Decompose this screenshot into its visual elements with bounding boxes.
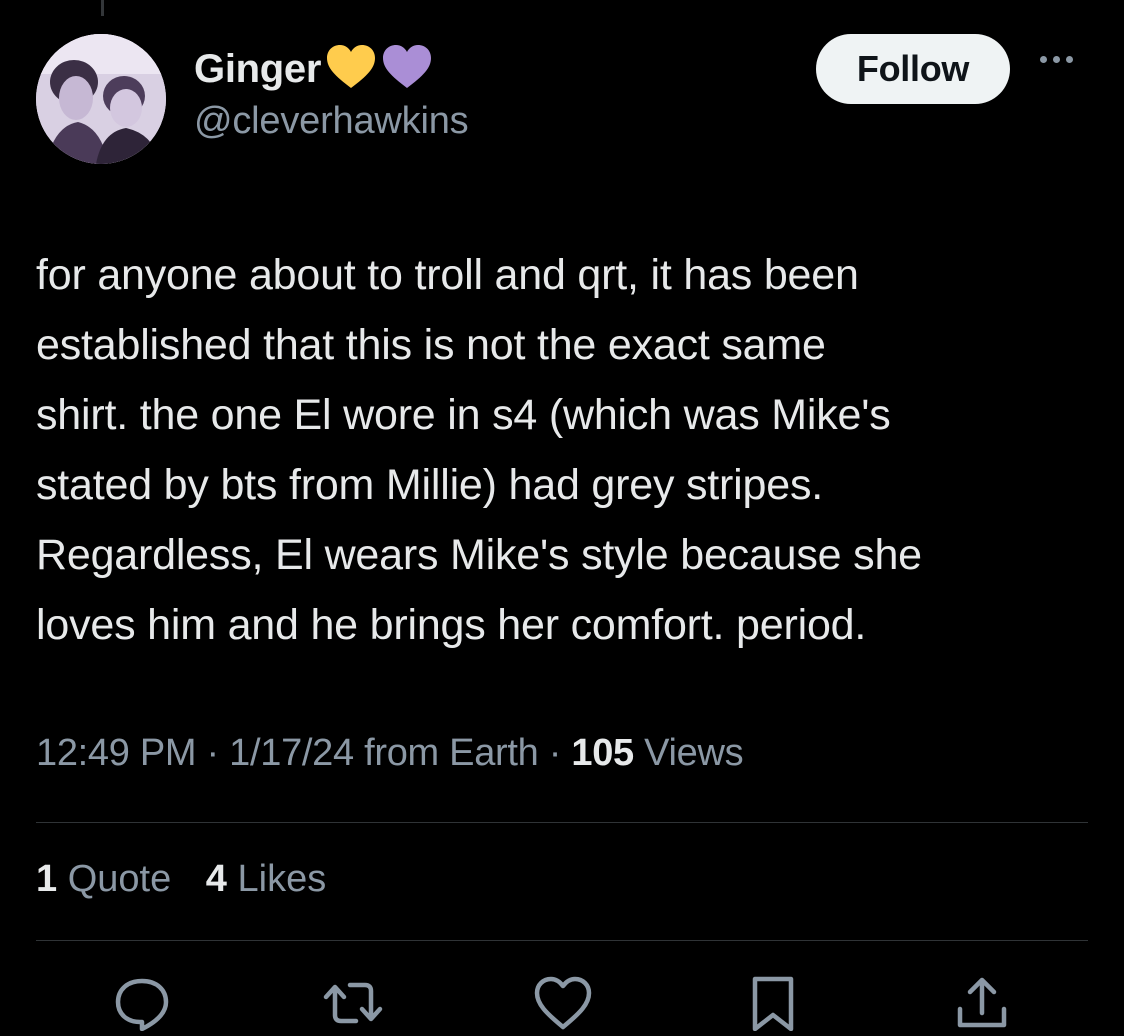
meta-separator: ·	[206, 732, 220, 774]
likes-label: Likes	[237, 858, 327, 900]
avatar-image	[36, 34, 166, 164]
share-icon[interactable]	[952, 975, 1012, 1036]
divider	[36, 940, 1088, 941]
retweet-icon[interactable]	[320, 975, 386, 1036]
more-options-icon[interactable]	[1040, 56, 1073, 63]
avatar[interactable]	[36, 34, 166, 164]
author-name-row[interactable]: Ginger	[194, 44, 433, 95]
meta-separator: ·	[548, 732, 562, 774]
author-handle[interactable]: @cleverhawkins	[194, 100, 469, 143]
tweet-time[interactable]: 12:49 PM	[36, 732, 197, 774]
likes-stat[interactable]: 4 Likes	[206, 858, 326, 900]
reply-icon[interactable]	[112, 975, 172, 1036]
tweet-stats: 1 Quote 4 Likes	[36, 858, 350, 901]
tweet-meta: 12:49 PM · 1/17/24 from Earth · 105 View…	[36, 732, 744, 775]
yellow-heart-icon	[325, 44, 377, 95]
tweet-source: from Earth	[364, 732, 539, 774]
bookmark-icon[interactable]	[748, 975, 798, 1036]
like-icon[interactable]	[532, 975, 594, 1036]
author-display-name[interactable]: Ginger	[194, 47, 321, 92]
thread-connector-line	[101, 0, 104, 16]
action-bar	[0, 975, 1124, 1035]
quotes-label: Quote	[67, 858, 172, 900]
quotes-count: 1	[36, 858, 58, 900]
views-label: Views	[644, 732, 744, 774]
likes-count: 4	[205, 858, 227, 900]
quotes-stat[interactable]: 1 Quote	[36, 858, 171, 900]
tweet-text: for anyone about to troll and qrt, it ha…	[36, 251, 922, 649]
purple-heart-icon	[381, 44, 433, 95]
tweet-date[interactable]: 1/17/24	[229, 732, 354, 774]
views-count: 105	[571, 732, 634, 774]
follow-button[interactable]: Follow	[816, 34, 1010, 104]
divider	[36, 822, 1088, 823]
